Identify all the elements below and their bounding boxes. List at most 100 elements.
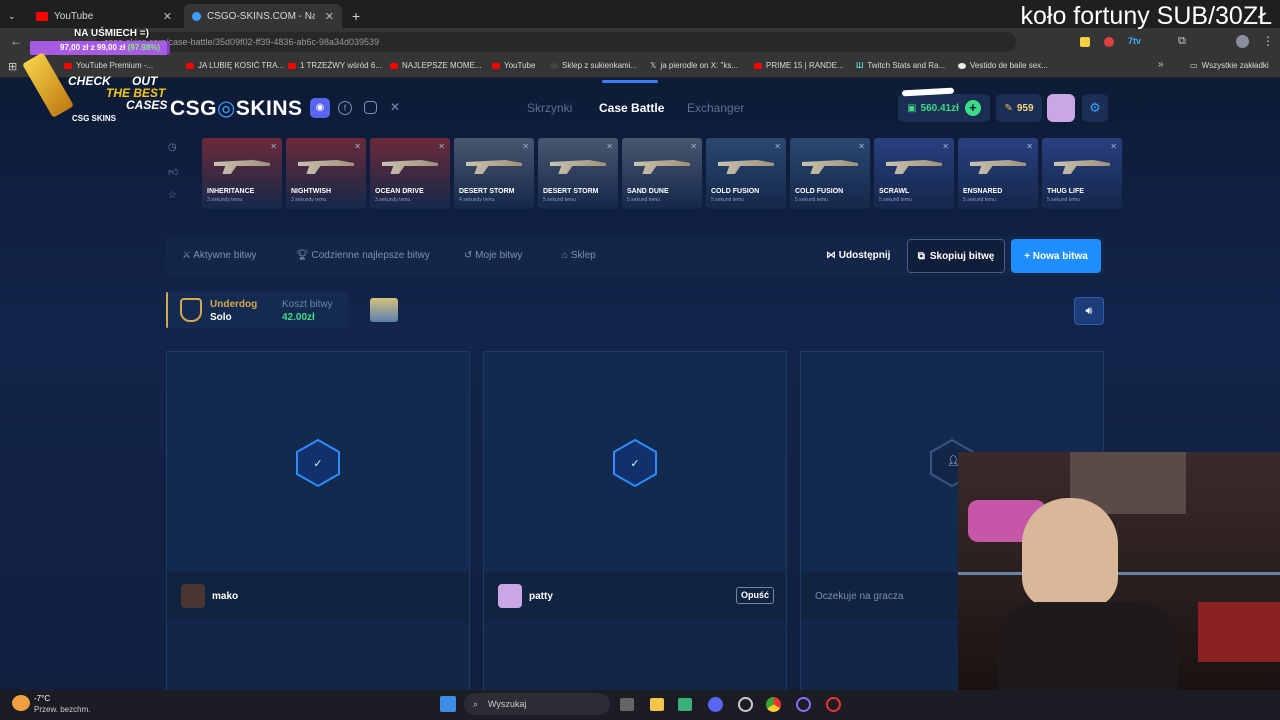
skin-image [970, 160, 1026, 174]
extension-icon[interactable] [1104, 37, 1114, 47]
tab-shop[interactable]: ⌂ Sklep [562, 250, 596, 261]
live-drop-item[interactable]: ✕ ENSNARED 5 sekund temu [958, 138, 1038, 209]
store-icon[interactable] [678, 698, 692, 711]
share-button[interactable]: ⋈ Udostępnij [826, 250, 890, 261]
nav-skrzynki[interactable]: Skrzynki [527, 101, 572, 115]
live-drop-item[interactable]: ✕ SCRAWL 5 sekund temu [874, 138, 954, 209]
drop-close-icon[interactable]: ✕ [858, 142, 865, 151]
site-logo[interactable]: CSG◎SKINS [170, 96, 303, 121]
case-thumbnail[interactable] [370, 298, 398, 322]
bookmark-item[interactable]: Vestido de baile sex... [958, 61, 1048, 70]
app-icon[interactable] [826, 697, 841, 712]
weather-icon[interactable] [12, 695, 30, 711]
live-drop-item[interactable]: ✕ DESERT STORM 5 sekund temu [538, 138, 618, 209]
stream-title-overlay: koło fortuny SUB/30ZŁ [1020, 2, 1272, 30]
youtube-icon [288, 62, 296, 69]
bookmark-item[interactable]: PRIME 15 | RANDE... [754, 61, 844, 70]
back-icon[interactable]: ← [10, 34, 22, 48]
live-drop-item[interactable]: ✕ INHERITANCE 3 sekundy temu [202, 138, 282, 209]
drop-close-icon[interactable]: ✕ [522, 142, 529, 151]
file-explorer-icon[interactable] [650, 698, 664, 711]
drop-close-icon[interactable]: ✕ [354, 142, 361, 151]
skin-image [382, 160, 438, 174]
nav-exchanger[interactable]: Exchanger [687, 101, 744, 115]
youtube-icon [754, 62, 762, 69]
twitch-stats-icon: Ш [856, 61, 864, 70]
balance-display[interactable]: ▣ 560.41zł + [898, 94, 990, 122]
live-drop-item[interactable]: ✕ NIGHTWISH 3 sekundy temu [286, 138, 366, 209]
leave-button[interactable]: Opuść [736, 587, 774, 604]
close-tab-icon[interactable]: ✕ [163, 10, 172, 23]
browser-menu-icon[interactable]: ⋮ [1262, 34, 1274, 48]
copy-battle-button[interactable]: ⧉ Skopiuj bitwę [907, 239, 1005, 273]
drop-close-icon[interactable]: ✕ [942, 142, 949, 151]
close-tab-icon[interactable]: ✕ [325, 10, 334, 23]
tab-active-battles[interactable]: ⚔ Aktywne bitwy [182, 250, 257, 261]
tab-my-battles[interactable]: ↺ Moje bitwy [464, 250, 522, 261]
site-favicon-icon [192, 11, 201, 21]
bookmark-item[interactable]: 𝕏ja pierodle on X: "ks... [650, 61, 738, 70]
bookmark-item[interactable]: Ш Twitch Stats and Ra... [856, 61, 945, 70]
task-view-icon[interactable] [620, 698, 634, 711]
app-icon[interactable] [796, 697, 811, 712]
tab-csgo-skins[interactable]: CSGO-SKINS.COM - Najlepsze ✕ [184, 4, 342, 28]
basket-icon: ⌂ [562, 250, 571, 261]
battle-navigation-bar: ⚔ Aktywne bitwy 🏆︎ Codzienne najlepsze b… [166, 236, 1104, 276]
skin-image [634, 160, 690, 174]
history-icon: ↺ [464, 250, 476, 261]
user-avatar[interactable] [1047, 94, 1075, 122]
drop-close-icon[interactable]: ✕ [270, 142, 277, 151]
new-tab-button[interactable]: + [344, 4, 364, 28]
x-twitter-icon[interactable]: ✕ [390, 100, 400, 114]
settings-gear-icon[interactable]: ⚙ [1082, 94, 1108, 122]
facebook-icon[interactable]: f [338, 101, 352, 115]
battle-info-panel: Underdog Solo Koszt bitwy 42.00zł [166, 292, 348, 328]
bookmark-item[interactable]: NAJLEPSZE MOME... [390, 61, 482, 70]
bookmarks-bar: ⊞ YouTube Premium -... JA LUBIĘ KOSIĆ TR… [0, 56, 1280, 78]
drop-close-icon[interactable]: ✕ [1026, 142, 1033, 151]
extensions-puzzle-icon[interactable]: ⧉ [1178, 35, 1186, 48]
live-drop-item[interactable]: ✕ DESERT STORM 4 sekundy temu [454, 138, 534, 209]
drop-close-icon[interactable]: ✕ [1110, 142, 1117, 151]
swords-icon: ⚔ [182, 250, 194, 261]
obs-icon[interactable] [738, 697, 753, 712]
drop-close-icon[interactable]: ✕ [438, 142, 445, 151]
drop-close-icon[interactable]: ✕ [606, 142, 613, 151]
apps-grid-icon[interactable]: ⊞ [8, 60, 17, 73]
tab-menu-button[interactable]: ⌄ [0, 4, 28, 28]
extension-icon[interactable]: 7tv [1128, 36, 1141, 46]
discord-app-icon[interactable] [708, 697, 723, 712]
discord-icon[interactable]: ◉ [310, 98, 330, 118]
youtube-icon [186, 62, 194, 69]
bookmark-item[interactable]: Sklep z sukienkami... [550, 61, 637, 70]
live-drop-item[interactable]: ✕ THUG LIFE 5 sekund temu [1042, 138, 1122, 209]
add-funds-icon[interactable]: + [964, 100, 981, 116]
windows-start-icon[interactable] [440, 696, 456, 712]
tab-daily-best-battles[interactable]: 🏆︎ Codzienne najlepsze bitwy [296, 250, 430, 261]
instagram-icon[interactable] [364, 101, 377, 114]
drop-close-icon[interactable]: ✕ [690, 142, 697, 151]
drop-close-icon[interactable]: ✕ [774, 142, 781, 151]
live-drop-item[interactable]: ✕ COLD FUSION 5 sekund temu [706, 138, 786, 209]
chrome-icon[interactable] [766, 697, 781, 712]
coins-display[interactable]: ✎ 959 [996, 94, 1042, 122]
nav-case-battle[interactable]: Case Battle [599, 101, 664, 115]
taskbar-search[interactable]: ⌕ Wyszukaj [464, 693, 610, 715]
skin-image [886, 160, 942, 174]
live-drop-item[interactable]: ✕ COLD FUSION 5 sekund temu [790, 138, 870, 209]
bookmark-item[interactable]: 1 TRZEŹWY wśród 6... [288, 61, 382, 70]
address-bar[interactable]: csgo-skins.com/case-battle/35d09f02-ff39… [96, 32, 1016, 52]
drop-skin-name: SCRAWL [879, 188, 910, 195]
live-drop-item[interactable]: ✕ OCEAN DRIVE 3 sekundy temu [370, 138, 450, 209]
all-bookmarks-folder[interactable]: ▭ Wszystkie zakładki [1190, 61, 1269, 70]
bookmark-item[interactable]: YouTube [492, 61, 535, 70]
drop-time: 5 sekund temu [795, 197, 828, 203]
live-drop-item[interactable]: ✕ SAND DUNE 5 sekund temu [622, 138, 702, 209]
profile-avatar[interactable] [1236, 35, 1249, 48]
extension-icon[interactable] [1080, 37, 1090, 47]
sound-toggle-icon[interactable]: 🔊︎ [1074, 297, 1104, 325]
more-bookmarks-icon[interactable]: » [1158, 59, 1164, 70]
bookmark-item[interactable]: JA LUBIĘ KOSIĆ TRA... [186, 61, 284, 70]
drop-time: 4 sekundy temu [459, 197, 495, 203]
new-battle-button[interactable]: + Nowa bitwa [1011, 239, 1101, 273]
